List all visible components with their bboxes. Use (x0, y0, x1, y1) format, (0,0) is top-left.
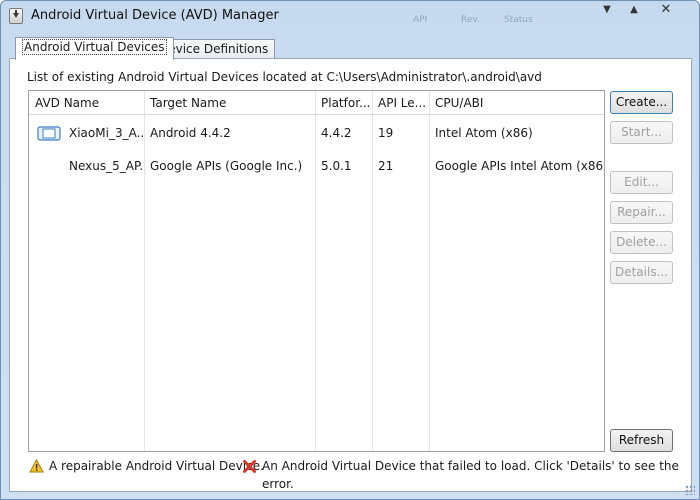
avd-manager-window: Android Virtual Device (AVD) Manager API… (0, 0, 700, 500)
avd-name-cell: Nexus_5_AP... (69, 159, 144, 173)
tab-label: Device Definitions (159, 42, 269, 56)
platform-cell: 4.4.2 (321, 126, 352, 140)
avd-manager-app-icon (9, 8, 23, 24)
tab-android-virtual-devices[interactable]: Android Virtual Devices (15, 37, 174, 60)
minimize-chevron-icon[interactable]: ▼ (594, 3, 620, 19)
title-bar[interactable]: Android Virtual Device (AVD) Manager API… (1, 1, 699, 31)
phone-device-icon (37, 126, 61, 141)
error-x-icon (243, 460, 256, 473)
api-level-cell: 21 (378, 159, 394, 173)
start-button[interactable]: Start... (610, 121, 673, 144)
platform-cell: 5.0.1 (321, 159, 352, 173)
warning-icon (29, 459, 44, 473)
repairable-legend-text: A repairable Android Virtual Device. (49, 459, 264, 473)
avd-location-caption: List of existing Android Virtual Devices… (27, 70, 542, 84)
close-icon[interactable]: ✕ (653, 3, 679, 19)
avd-name-cell: XiaoMi_3_A... (69, 126, 144, 140)
column-header-cpu-abi[interactable]: CPU/ABI (429, 91, 604, 115)
avd-table[interactable]: AVD Name Target Name Platfor... API Le..… (28, 90, 605, 452)
target-name-cell: Google APIs (Google Inc.) (150, 159, 303, 173)
refresh-button[interactable]: Refresh (610, 429, 673, 452)
delete-button[interactable]: Delete... (610, 231, 673, 254)
table-row[interactable]: Nexus_5_AP... Google APIs (Google Inc.) … (29, 151, 604, 181)
table-row[interactable]: XiaoMi_3_A... Android 4.4.2 4.4.2 19 Int… (29, 118, 604, 148)
api-level-cell: 19 (378, 126, 394, 140)
tab-label: Android Virtual Devices (22, 39, 167, 55)
create-button[interactable]: Create... (610, 91, 673, 114)
cpu-abi-cell: Intel Atom (x86) (435, 126, 533, 140)
resize-grip-icon[interactable] (685, 485, 695, 495)
column-header-platform[interactable]: Platfor... (315, 91, 372, 115)
cpu-abi-cell: Google APIs Intel Atom (x86) (435, 159, 604, 173)
ghost-label-rev: Rev. (461, 15, 480, 25)
details-button[interactable]: Details... (610, 261, 673, 284)
window-title: Android Virtual Device (AVD) Manager (31, 8, 279, 23)
ghost-label-status: Status (504, 15, 533, 25)
column-header-target-name[interactable]: Target Name (144, 91, 315, 115)
failed-legend-text: An Android Virtual Device that failed to… (262, 459, 679, 491)
column-header-avd-name[interactable]: AVD Name (29, 91, 144, 115)
maximize-chevron-icon[interactable]: ▲ (621, 3, 647, 19)
repair-button[interactable]: Repair... (610, 201, 673, 224)
column-header-api-level[interactable]: API Le... (372, 91, 429, 115)
ghost-label-api: API (413, 15, 428, 25)
edit-button[interactable]: Edit... (610, 171, 673, 194)
table-header: AVD Name Target Name Platfor... API Le..… (29, 91, 604, 115)
target-name-cell: Android 4.4.2 (150, 126, 231, 140)
